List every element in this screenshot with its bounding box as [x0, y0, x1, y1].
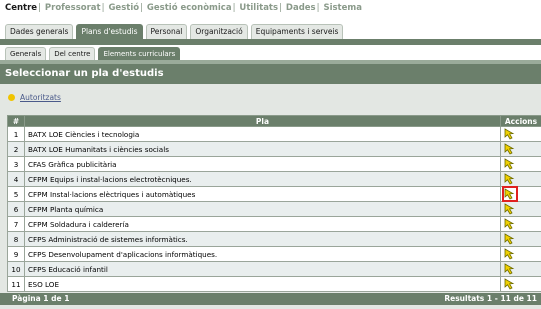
table-footer: Pàgina 1 de 1 Resultats 1 - 11 de 11: [0, 293, 541, 305]
pointer-arrow-icon[interactable]: [502, 186, 518, 202]
tab-equipaments[interactable]: Equipaments i serveis: [250, 24, 344, 39]
subtab-elements-curriculars[interactable]: Elements curriculars: [98, 47, 181, 60]
row-number: 6: [7, 201, 25, 217]
table-row: 2 BATX LOE Humanitats i ciències socials: [7, 141, 541, 157]
subtab-generals[interactable]: Generals: [5, 47, 47, 60]
row-number: 3: [7, 156, 25, 172]
row-number: 9: [7, 246, 25, 262]
row-action: [500, 231, 541, 247]
topnav-utilitats[interactable]: Utilitats: [239, 3, 278, 13]
pointer-arrow-icon[interactable]: [504, 233, 516, 245]
pointer-arrow-icon[interactable]: [504, 263, 516, 275]
row-action: [500, 246, 541, 262]
row-number: 1: [7, 126, 25, 142]
row-action: [500, 201, 541, 217]
subtab-del-centre[interactable]: Del centre: [49, 47, 96, 60]
table-row: 9 CFPS Desenvolupament d'aplicacions inf…: [7, 246, 541, 262]
table-row: 7 CFPM Soldadura i calderería: [7, 216, 541, 232]
table-row: 11 ESO LOE: [7, 276, 541, 292]
page-title: Seleccionar un pla d'estudis: [0, 64, 541, 84]
row-number: 11: [7, 276, 25, 292]
table-row: 10 CFPS Educació infantil: [7, 261, 541, 277]
tab-dades-generals[interactable]: Dades generals: [5, 24, 74, 39]
pointer-arrow-icon[interactable]: [504, 203, 516, 215]
filter-autoritzats: Autoritzats: [8, 93, 61, 102]
row-number: 5: [7, 186, 25, 202]
main-tabs: Dades generals Plans d'estudis Personal …: [5, 24, 344, 39]
row-pla: CFPS Desenvolupament d'aplicacions infor…: [24, 246, 501, 262]
row-pla: CFPS Educació infantil: [24, 261, 501, 277]
topnav-dades[interactable]: Dades: [286, 3, 316, 13]
row-action: [500, 126, 541, 142]
top-navigation: Centre| Professorat| Gestió| Gestió econ…: [5, 3, 362, 13]
pointer-arrow-icon[interactable]: [504, 128, 516, 140]
yellow-dot-icon: [8, 94, 15, 101]
row-pla: CFPM Instal·lacions elèctriques i automà…: [24, 186, 501, 202]
row-pla: CFPS Administració de sistemes informàti…: [24, 231, 501, 247]
table-row: 8 CFPS Administració de sistemes informà…: [7, 231, 541, 247]
topnav-gestio[interactable]: Gestió: [108, 3, 139, 13]
sub-tabs: Generals Del centre Elements curriculars: [5, 47, 181, 60]
row-pla: ESO LOE: [24, 276, 501, 292]
pointer-arrow-icon[interactable]: [504, 173, 516, 185]
col-pla: Pla: [24, 115, 501, 127]
topnav-gestio-economica[interactable]: Gestió econòmica: [147, 3, 232, 13]
row-pla: BATX LOE Ciències i tecnologia: [24, 126, 501, 142]
tab-organitzacio[interactable]: Organització: [190, 24, 248, 39]
row-action: [500, 141, 541, 157]
col-number: #: [7, 115, 25, 127]
row-pla: CFPM Planta química: [24, 201, 501, 217]
tab-personal[interactable]: Personal: [145, 24, 188, 39]
col-accions: Accions: [500, 115, 541, 127]
row-action: [500, 156, 541, 172]
row-number: 2: [7, 141, 25, 157]
row-action: [500, 186, 541, 202]
row-pla: CFAS Gràfica publicitària: [24, 156, 501, 172]
table-row: 5 CFPM Instal·lacions elèctriques i auto…: [7, 186, 541, 202]
page-indicator: Pàgina 1 de 1: [12, 294, 70, 303]
topnav-centre[interactable]: Centre: [5, 3, 37, 13]
row-number: 10: [7, 261, 25, 277]
pointer-arrow-icon[interactable]: [504, 278, 516, 290]
row-number: 8: [7, 231, 25, 247]
row-action: [500, 276, 541, 292]
plans-table: # Pla Accions 1 BATX LOE Ciències i tecn…: [7, 115, 541, 292]
row-number: 4: [7, 171, 25, 187]
row-action: [500, 261, 541, 277]
table-row: 6 CFPM Planta química: [7, 201, 541, 217]
pointer-arrow-icon[interactable]: [504, 248, 516, 260]
table-row: 4 CFPM Equips i instal·lacions electrotè…: [7, 171, 541, 187]
pointer-arrow-icon[interactable]: [504, 158, 516, 170]
table-row: 1 BATX LOE Ciències i tecnologia: [7, 126, 541, 142]
row-number: 7: [7, 216, 25, 232]
row-action: [500, 171, 541, 187]
tab-bar: [0, 39, 541, 45]
table-row: 3 CFAS Gràfica publicitària: [7, 156, 541, 172]
topnav-professorat[interactable]: Professorat: [45, 3, 101, 13]
table-header-row: # Pla Accions: [7, 115, 541, 127]
row-pla: BATX LOE Humanitats i ciències socials: [24, 141, 501, 157]
topnav-sistema[interactable]: Sistema: [323, 3, 362, 13]
filter-link[interactable]: Autoritzats: [20, 93, 61, 102]
tab-plans-estudis[interactable]: Plans d'estudis: [76, 24, 143, 39]
pointer-arrow-icon[interactable]: [504, 143, 516, 155]
row-action: [500, 216, 541, 232]
pointer-arrow-icon[interactable]: [504, 218, 516, 230]
row-pla: CFPM Equips i instal·lacions electrotècn…: [24, 171, 501, 187]
row-pla: CFPM Soldadura i calderería: [24, 216, 501, 232]
results-count: Resultats 1 - 11 de 11: [444, 294, 537, 303]
